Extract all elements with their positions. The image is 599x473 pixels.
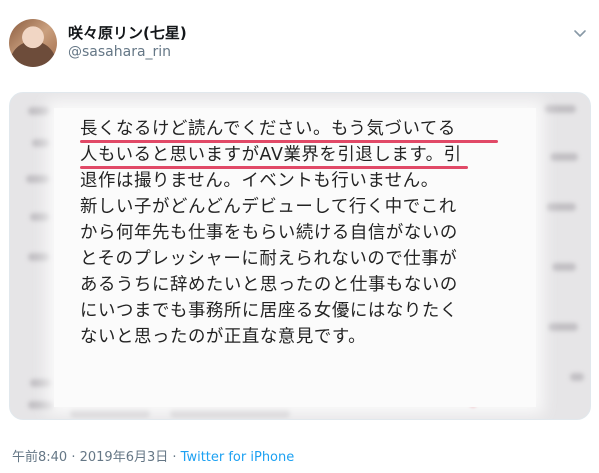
note-line: 退作は撮りません。イベントも行いません。: [80, 171, 439, 191]
tweet-time[interactable]: 午前8:40: [12, 450, 67, 465]
note-line: あるうちに辞めたいと思ったのと仕事もないの: [80, 275, 458, 295]
meta-separator: ·: [67, 450, 80, 465]
avatar[interactable]: [9, 19, 57, 67]
note-line: 人もいると思いますがAV業界を引退します。引: [80, 145, 462, 165]
note-text-card: 長くなるけど読んでください。もう気づいてる 人もいると思いますがAV業界を引退し…: [54, 108, 536, 407]
tweet-media-image[interactable]: 長くなるけど読んでください。もう気づいてる 人もいると思いますがAV業界を引退し…: [9, 92, 591, 420]
note-line: 長くなるけど読んでください。もう気づいてる: [80, 119, 456, 139]
tweet-source-link[interactable]: Twitter for iPhone: [181, 450, 295, 465]
note-line: にいつまでも事務所に居座る女優にはなりたく: [80, 301, 458, 321]
note-line: とそのプレッシャーに耐えられないので仕事が: [80, 249, 458, 269]
tweet-date[interactable]: 2019年6月3日: [80, 450, 169, 465]
display-name[interactable]: 咲々原リン(七星): [68, 22, 187, 43]
note-line: ないと思ったのが正直な意見です。: [80, 327, 367, 347]
note-line: から何年先も仕事をもらい続ける自信がないの: [80, 223, 458, 243]
tweet-metadata: 午前8:40 · 2019年6月3日 · Twitter for iPhone: [12, 446, 294, 465]
note-line: 新しい子がどんどんデビューして行く中でこれ: [80, 197, 457, 217]
meta-separator: ·: [168, 450, 181, 465]
tweet-header: 咲々原リン(七星) @sasahara_rin: [0, 0, 599, 80]
user-handle[interactable]: @sasahara_rin: [68, 44, 171, 60]
chevron-down-icon[interactable]: [571, 24, 589, 42]
